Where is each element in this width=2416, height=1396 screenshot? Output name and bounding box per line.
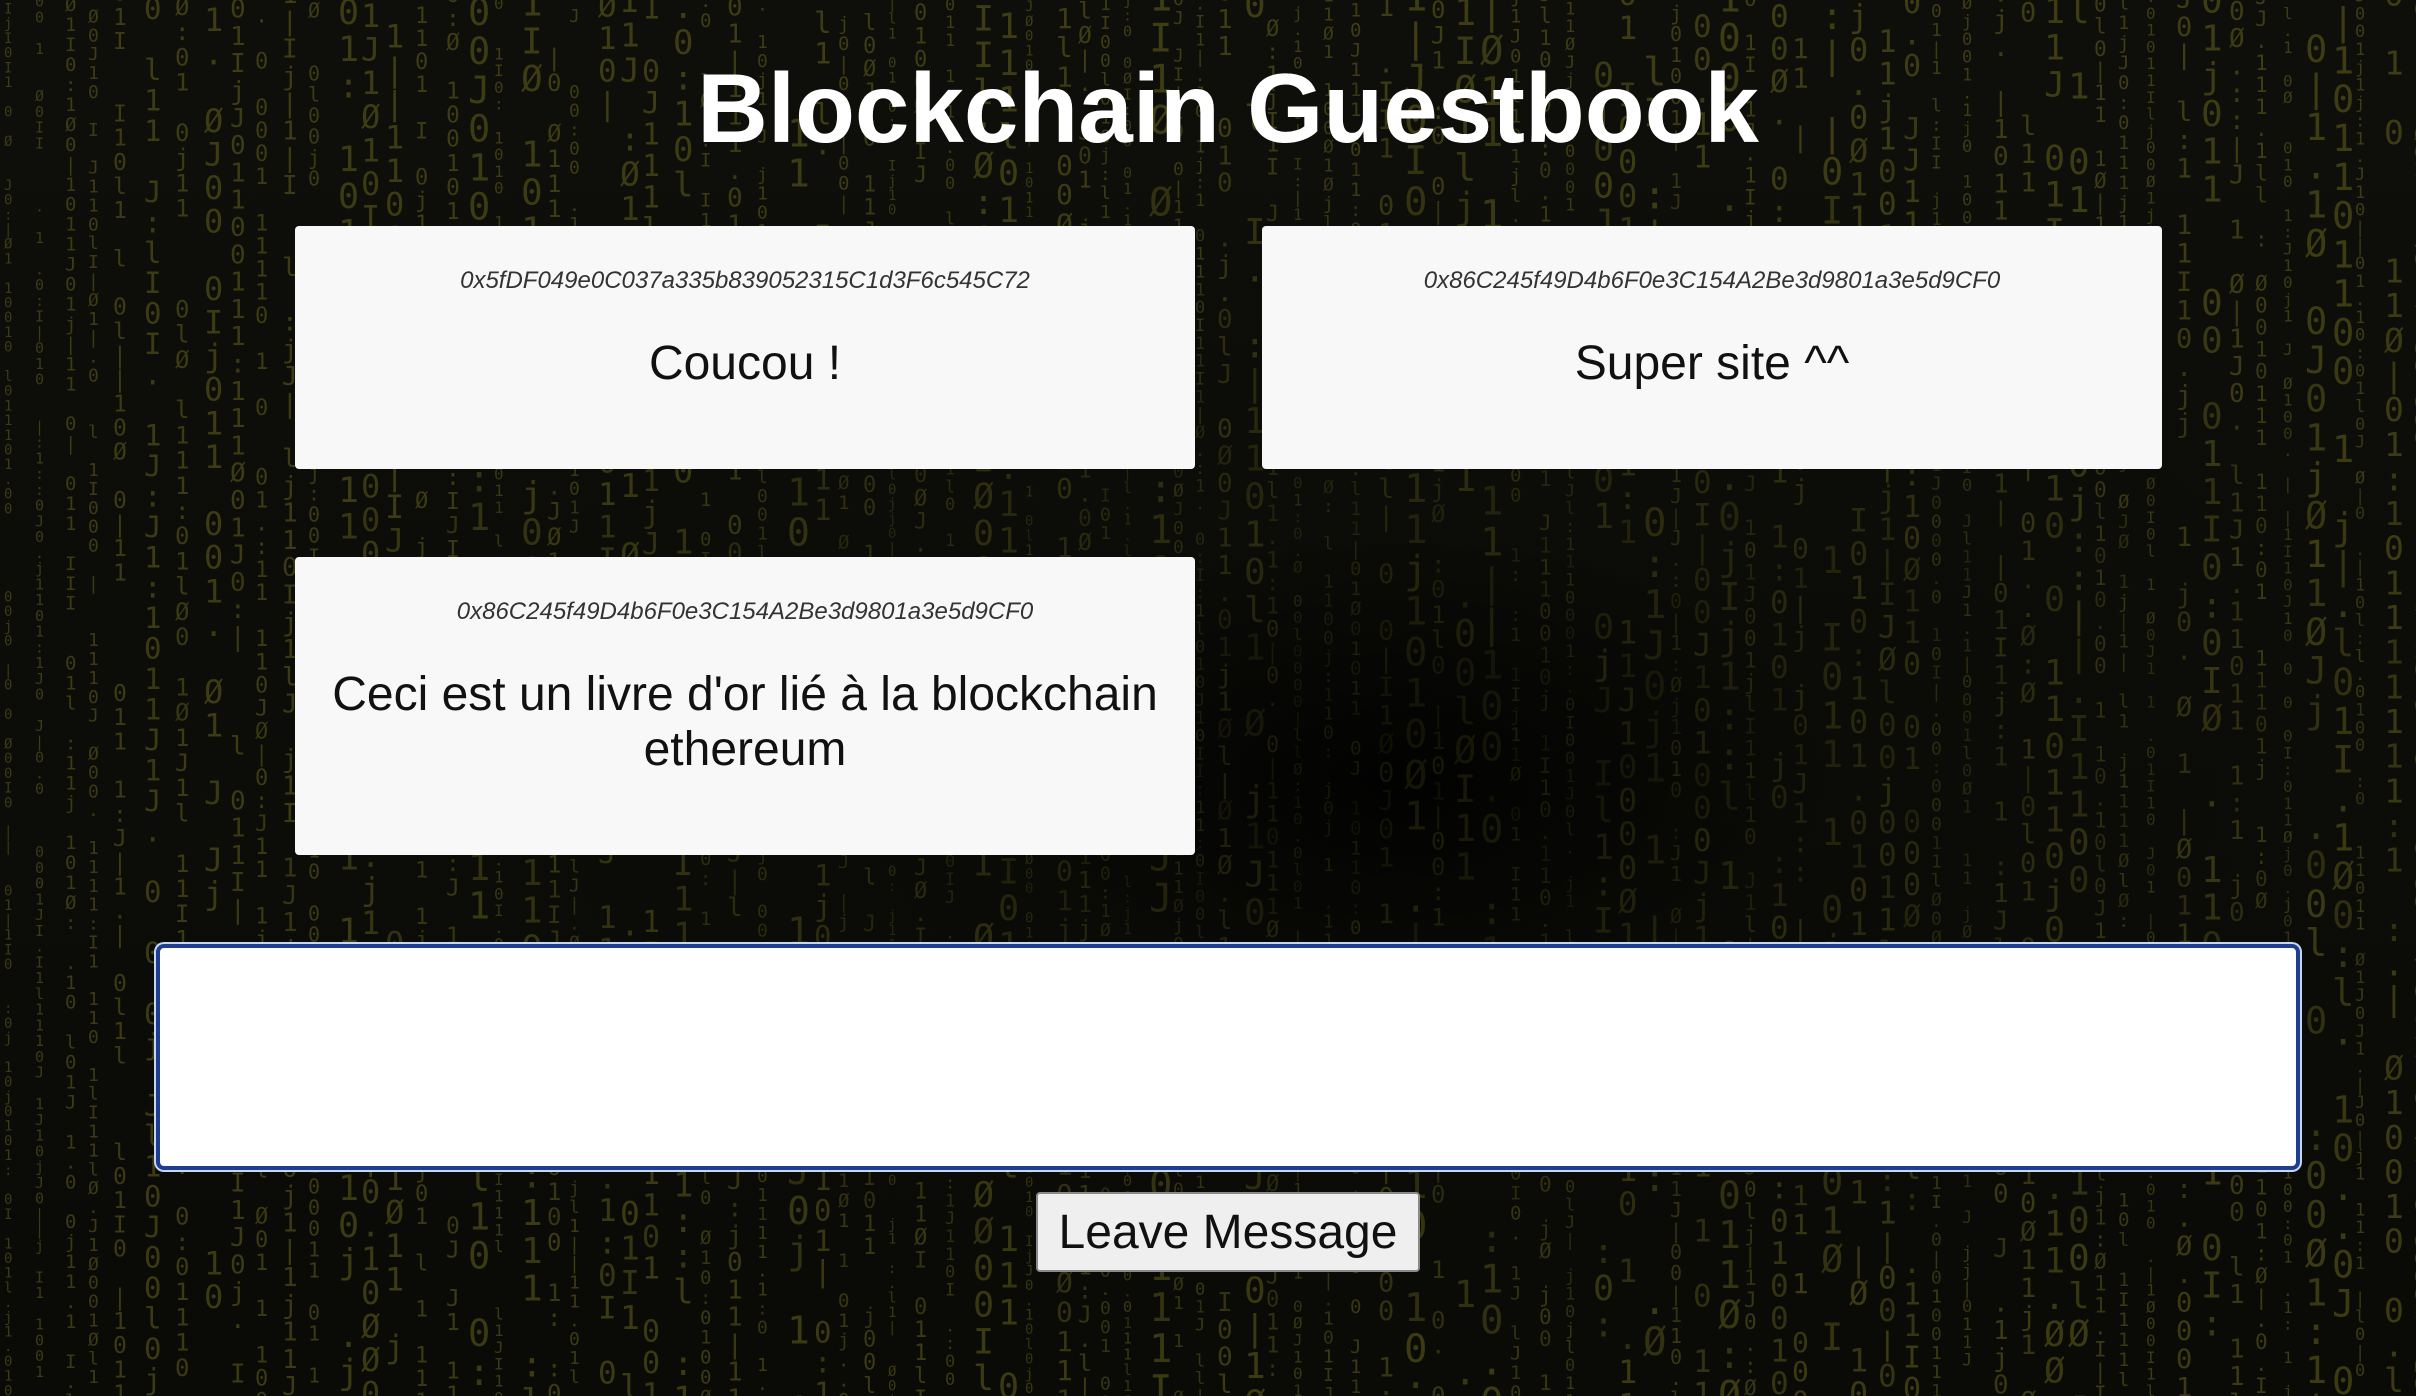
- message-input[interactable]: [156, 944, 2300, 1170]
- message-text: Ceci est un livre d'or lié à la blockcha…: [325, 667, 1165, 777]
- message-card: 0x86C245f49D4b6F0e3C154A2Be3d9801a3e5d9C…: [295, 557, 1195, 855]
- message-author-address: 0x5fDF049e0C037a335b839052315C1d3F6c545C…: [325, 266, 1165, 296]
- message-author-address: 0x86C245f49D4b6F0e3C154A2Be3d9801a3e5d9C…: [1292, 266, 2132, 296]
- page-title: Blockchain Guestbook: [0, 52, 2416, 164]
- leave-message-button[interactable]: Leave Message: [1036, 1192, 1420, 1272]
- message-text: Coucou !: [325, 336, 1165, 391]
- guestbook-content: Blockchain Guestbook 0x5fDF049e0C037a335…: [0, 0, 2416, 1396]
- message-text: Super site ^^: [1292, 336, 2132, 391]
- message-author-address: 0x86C245f49D4b6F0e3C154A2Be3d9801a3e5d9C…: [325, 597, 1165, 627]
- message-card: 0x86C245f49D4b6F0e3C154A2Be3d9801a3e5d9C…: [1262, 226, 2162, 469]
- message-card: 0x5fDF049e0C037a335b839052315C1d3F6c545C…: [295, 226, 1195, 469]
- page: Ij I 0 I 1 0 Ø J 0: | Ø 1 1 0 0 1 0 l 0 1 1 1 0 1. 0 0 0 0 j 0 | 0 0 Ø 0 0 I…: [0, 0, 2416, 1396]
